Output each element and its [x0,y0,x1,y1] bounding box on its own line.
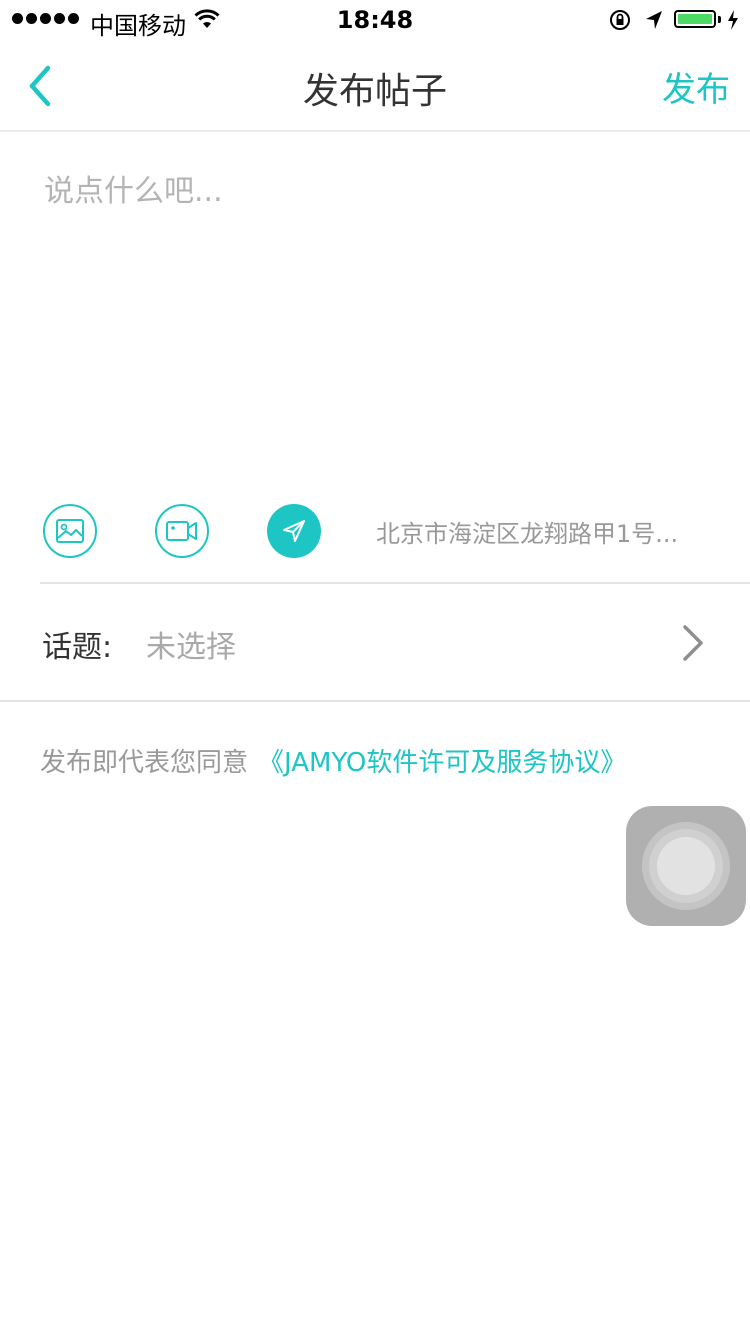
page-title: 发布帖子 [302,71,447,112]
add-video-button[interactable] [155,504,209,558]
location-text[interactable]: 北京市海淀区龙翔路甲1号... [376,514,716,549]
location-services-icon [646,11,662,29]
divider [0,700,750,702]
agreement-prefix: 发布即代表您同意 [40,748,249,778]
status-time: 18:48 [336,6,414,34]
topic-value: 未选择 [146,630,236,665]
agreement-notice: 发布即代表您同意 《JAMYO软件许可及服务协议》 [40,742,626,779]
orientation-lock-icon [610,10,630,30]
license-agreement-link[interactable]: 《JAMYO软件许可及服务协议》 [258,748,626,778]
add-location-button[interactable] [267,504,321,558]
nav-bar: 发布帖子 发布 [0,40,750,132]
chevron-right-icon [683,625,703,661]
publish-button[interactable]: 发布 [662,62,730,111]
status-bar: 中国移动 18:48 [0,0,750,40]
add-image-button[interactable] [43,504,97,558]
topic-selector-row[interactable]: 话题: 未选择 [0,584,750,700]
post-content-input[interactable] [44,166,704,466]
video-camera-icon [166,521,197,541]
location-arrow-icon [283,520,305,542]
topic-label: 话题: [42,630,113,665]
charging-bolt-icon [728,10,738,30]
battery-icon [674,10,716,28]
assistive-touch-button[interactable] [626,806,746,926]
image-icon [56,519,84,543]
